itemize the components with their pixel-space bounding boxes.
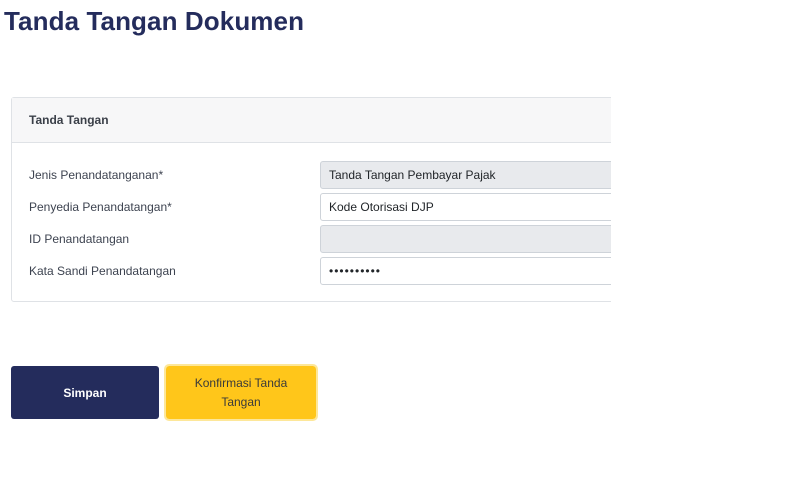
- confirm-signature-button[interactable]: Konfirmasi Tanda Tangan: [164, 364, 318, 421]
- signer-provider-label: Penyedia Penandatangan*: [29, 200, 172, 214]
- signer-id-row: ID Penandatangan: [12, 225, 640, 253]
- signer-password-row: Kata Sandi Penandatangan ••••••••••: [12, 257, 640, 285]
- viewport-edge: [611, 90, 808, 310]
- signer-provider-select[interactable]: Kode Otorisasi DJP: [320, 193, 640, 221]
- card-header: Tanda Tangan: [12, 98, 630, 143]
- signature-card: Tanda Tangan Jenis Penandatanganan* Tand…: [11, 97, 640, 302]
- signer-id-field: [320, 225, 640, 253]
- signer-type-label: Jenis Penandatanganan*: [29, 168, 164, 182]
- signer-provider-row: Penyedia Penandatangan* Kode Otorisasi D…: [12, 193, 640, 221]
- page-title: Tanda Tangan Dokumen: [4, 6, 305, 36]
- save-button[interactable]: Simpan: [11, 366, 159, 419]
- signer-password-label: Kata Sandi Penandatangan: [29, 264, 176, 278]
- signer-id-label: ID Penandatangan: [29, 232, 130, 246]
- signer-type-row: Jenis Penandatanganan* Tanda Tangan Pemb…: [12, 161, 640, 189]
- signer-type-field: Tanda Tangan Pembayar Pajak: [320, 161, 640, 189]
- signer-password-input[interactable]: ••••••••••: [320, 257, 640, 285]
